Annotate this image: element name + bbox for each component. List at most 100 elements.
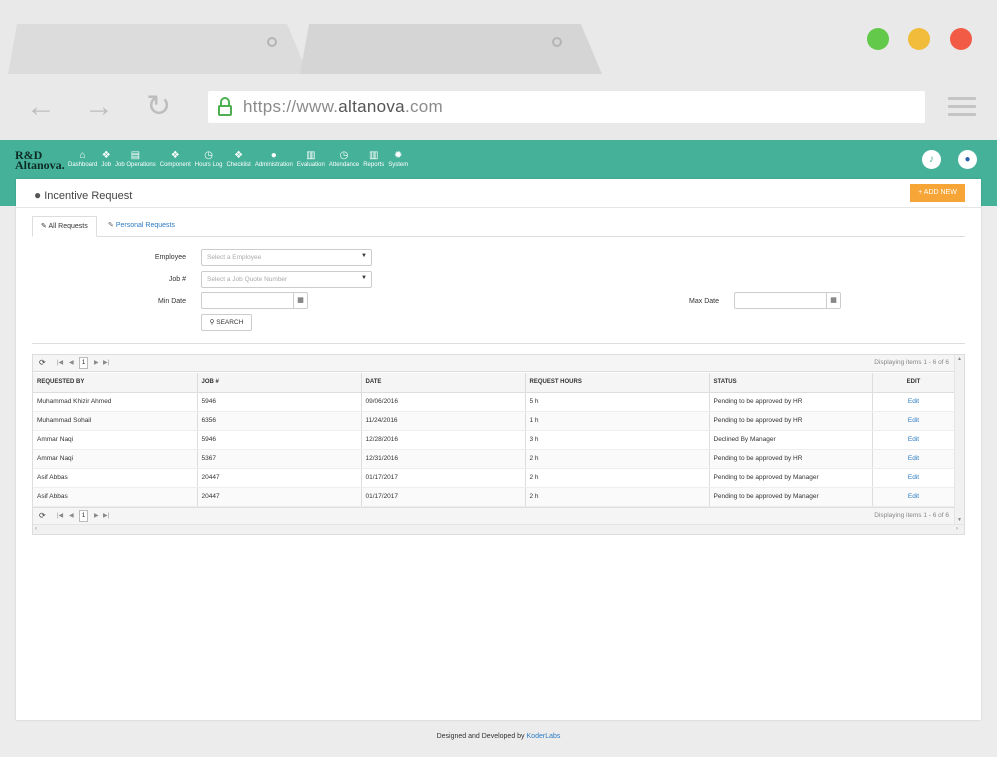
min-date-input[interactable]: ▦ [201,292,308,309]
tab-personal-requests[interactable]: ✎ Personal Requests [100,216,183,237]
back-arrow-icon[interactable]: ← [26,92,56,122]
scroll-left-icon[interactable]: ‹ [35,526,37,532]
table-row: Ammar Naqi 5946 12/28/2016 3 h Declined … [33,430,956,450]
min-date-label: Min Date [157,298,186,305]
prev-page-icon[interactable]: ◀ [69,359,74,366]
browser-menu-icon[interactable] [948,97,976,121]
cell: 01/17/2017 [361,487,526,507]
cell: 1 h [525,411,710,431]
home-icon: ⌂ [79,150,86,161]
add-new-button[interactable]: + ADD NEW [910,184,965,202]
refresh-icon[interactable]: ⟳ [39,511,46,520]
edit-link[interactable]: Edit [872,468,956,488]
user-avatar-icon[interactable]: ● [958,150,977,169]
prev-page-icon[interactable]: ◀ [69,512,74,519]
next-page-icon[interactable]: ▶ [94,512,99,519]
search-button[interactable]: ⚲ SEARCH [201,314,252,331]
gear-icon: ✹ [394,150,403,161]
footer-brand-link[interactable]: KoderLabs [527,733,561,740]
address-bar[interactable]: https://www.altanova.com [208,91,925,123]
tab-all-requests[interactable]: ✎ All Requests [32,216,97,237]
cell: 11/24/2016 [361,411,526,431]
column-header[interactable]: JOB # [197,373,362,393]
tab-close-icon[interactable] [552,37,562,47]
lock-icon [218,97,232,117]
menu-item-evaluation[interactable]: ▥ Evaluation [297,149,325,168]
column-header[interactable]: DATE [361,373,526,393]
menu-item-hours-log[interactable]: ◷ Hours Log [195,149,223,168]
cell: 2 h [525,449,710,469]
logo[interactable]: R&D Altanova. [15,149,65,171]
scroll-down-icon[interactable]: ▼ [957,517,962,523]
minimize-button[interactable] [908,28,930,50]
column-header[interactable]: REQUEST HOURS [525,373,710,393]
table-row: Muhammad Khizir Ahmed 5946 09/06/2016 5 … [33,392,956,412]
next-page-icon[interactable]: ▶ [94,359,99,366]
edit-link[interactable]: Edit [872,411,956,431]
refresh-icon[interactable]: ⟳ [39,358,46,367]
browser-tab[interactable] [8,24,308,74]
close-window-button[interactable] [950,28,972,50]
table-row: Asif Abbas 20447 01/17/2017 2 h Pending … [33,487,956,507]
cell: Pending to be approved by HR [709,411,873,431]
menu-item-job[interactable]: ❖ Job [101,149,111,168]
menu-item-system[interactable]: ✹ System [388,149,408,168]
vertical-scrollbar[interactable]: ▲ ▼ [954,355,964,524]
cell: 6356 [197,411,362,431]
cell: 5 h [525,392,710,412]
tab-close-icon[interactable] [267,37,277,47]
cubes-icon: ❖ [101,150,111,161]
page-number[interactable]: 1 [79,357,88,369]
menu-item-checklist[interactable]: ❖ Checklist [226,149,250,168]
last-page-icon[interactable]: ▶| [103,512,109,519]
maximize-button[interactable] [867,28,889,50]
pager: ⟳ |◀ ◀ 1 ▶ ▶| Displaying items 1 - 6 of … [33,507,955,524]
menu-item-attendance[interactable]: ◷ Attendance [329,149,359,168]
requests-grid: ⟳ |◀ ◀ 1 ▶ ▶| Displaying items 1 - 6 of … [32,354,965,535]
forward-arrow-icon[interactable]: → [84,92,114,122]
max-date-input[interactable]: ▦ [734,292,841,309]
job-select[interactable]: Select a Job Quote Number ▼ [201,271,372,288]
table-row: Ammar Naqi 5367 12/31/2016 2 h Pending t… [33,449,956,469]
clock-icon: ◷ [204,150,213,161]
column-header: EDIT [872,373,956,393]
menu-item-reports[interactable]: ▥ Reports [363,149,384,168]
edit-link[interactable]: Edit [872,430,956,450]
employee-label: Employee [154,254,186,261]
cell: 20447 [197,487,362,507]
column-header[interactable]: STATUS [709,373,873,393]
display-count: Displaying items 1 - 6 of 6 [874,512,949,519]
edit-link[interactable]: Edit [872,487,956,507]
table-row: Asif Abbas 20447 01/17/2017 2 h Pending … [33,468,956,488]
edit-link[interactable]: Edit [872,392,956,412]
cell: Pending to be approved by HR [709,392,873,412]
calendar-icon[interactable]: ▦ [826,293,840,308]
menu-item-job-operations[interactable]: ▤ Job Operations [115,149,156,168]
horizontal-scrollbar[interactable]: ‹ › [33,524,964,534]
cell: 12/31/2016 [361,449,526,469]
scroll-right-icon[interactable]: › [956,526,958,532]
browser-tab[interactable] [300,24,602,74]
employee-select[interactable]: Select a Employee ▼ [201,249,372,266]
column-header[interactable]: REQUESTED BY [33,373,198,393]
edit-link[interactable]: Edit [872,449,956,469]
cell: 2 h [525,487,710,507]
bar-chart-icon: ▥ [369,150,379,161]
page-number[interactable]: 1 [79,510,88,522]
calendar-icon[interactable]: ▦ [293,293,307,308]
first-page-icon[interactable]: |◀ [57,512,63,519]
menu-item-administration[interactable]: ● Administration [255,149,293,168]
cell: 09/06/2016 [361,392,526,412]
bell-icon[interactable]: ♪ [922,150,941,169]
caret-down-icon: ▼ [361,275,367,281]
scroll-up-icon[interactable]: ▲ [957,356,962,362]
display-count: Displaying items 1 - 6 of 6 [874,359,949,366]
reload-icon[interactable]: ↻ [146,92,171,122]
first-page-icon[interactable]: |◀ [57,359,63,366]
footer-text: Designed and Developed by [436,733,527,740]
menu-item-dashboard[interactable]: ⌂ Dashboard [68,149,97,168]
menu-item-component[interactable]: ❖ Component [160,149,191,168]
max-date-label: Max Date [689,298,719,305]
last-page-icon[interactable]: ▶| [103,359,109,366]
content-panel: ● Incentive Request + ADD NEW ✎ All Reque… [16,179,981,720]
